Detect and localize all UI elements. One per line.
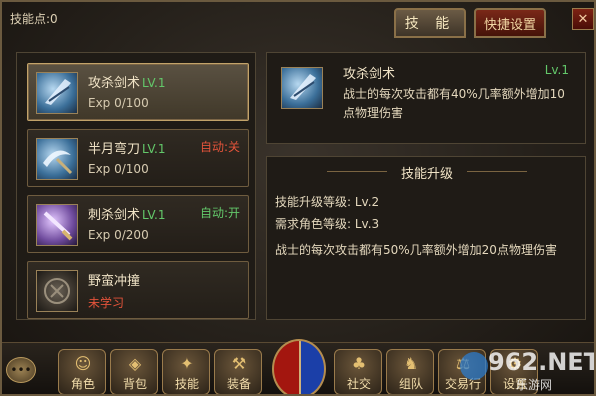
button-label: 背包 — [122, 377, 147, 391]
upgrade-character-level: 需求角色等级: Lv.3 — [275, 217, 380, 231]
crescent-blade-icon — [36, 138, 78, 180]
social-icon: ♣ — [351, 354, 367, 373]
skill-card-gongsha[interactable]: 攻杀剑术 LV.1 Exp 0/100 — [27, 63, 249, 121]
equipment-icon: ⚒ — [231, 354, 247, 373]
orb-divider — [299, 341, 301, 394]
skill-list: 攻杀剑术 LV.1 Exp 0/100 半月弯刀 LV.1 自动:关 Exp 0/1… — [16, 52, 256, 320]
axe-blade-icon — [36, 72, 78, 114]
thrust-sword-icon — [36, 204, 78, 246]
upgrade-description: 战士的每次攻击都有50%几率额外增加20点物理伤害 — [275, 243, 557, 257]
watermark-logo-icon — [460, 352, 488, 380]
title-divider-right — [467, 171, 527, 172]
skill-exp: Exp 0/100 — [88, 96, 149, 110]
close-button[interactable]: ✕ — [572, 8, 594, 30]
social-button[interactable]: ♣ 社交 — [334, 349, 382, 394]
skill-exp: Exp 0/200 — [88, 228, 149, 242]
team-icon: ♞ — [403, 354, 419, 373]
skill-card-cisha[interactable]: 刺杀剑术 LV.1 自动:开 Exp 0/200 — [27, 195, 249, 253]
detail-skill-level: Lv.1 — [544, 63, 569, 77]
watermark: 962.NET 乐游网 — [458, 348, 596, 394]
character-icon: ☺ — [74, 354, 92, 373]
skill-name: 野蛮冲撞 — [88, 274, 141, 289]
tab-skills[interactable]: 技 能 — [394, 8, 466, 38]
button-label: 技能 — [174, 377, 199, 391]
watermark-text: 962.NET — [488, 348, 596, 376]
hp-mp-orb — [272, 339, 326, 394]
axe-blade-icon — [281, 67, 323, 109]
skill-detail-panel: 攻杀剑术 Lv.1 战士的每次攻击都有40%几率额外增加10点物理伤害 — [266, 52, 586, 144]
skills-button[interactable]: ✦ 技能 — [162, 349, 210, 394]
button-label: 角色 — [70, 377, 95, 391]
button-label: 装备 — [226, 377, 251, 391]
charge-rune-icon — [36, 270, 78, 312]
skills-icon: ✦ — [180, 354, 194, 373]
watermark-subtext: 乐游网 — [516, 378, 553, 392]
detail-description: 战士的每次攻击都有40%几率额外增加10点物理伤害 — [343, 87, 565, 120]
skill-card-banyue[interactable]: 半月弯刀 LV.1 自动:关 Exp 0/100 — [27, 129, 249, 187]
upgrade-skill-level: 技能升级等级: Lv.2 — [275, 195, 380, 209]
skill-level: LV.1 — [142, 208, 166, 222]
close-icon: ✕ — [577, 11, 589, 27]
upgrade-title: 技能升级 — [400, 167, 453, 182]
detail-skill-name: 攻杀剑术 — [343, 67, 396, 82]
unlearned-status: 未学习 — [88, 296, 125, 310]
tab-shortcut-settings[interactable]: 快捷设置 — [474, 8, 546, 38]
skill-upgrade-panel: 技能升级 技能升级等级: Lv.2 需求角色等级: Lv.3 战士的每次攻击都有… — [266, 156, 586, 320]
auto-toggle[interactable]: 自动:关 — [200, 138, 240, 155]
button-label: 组队 — [398, 377, 423, 391]
character-button[interactable]: ☺ 角色 — [58, 349, 106, 394]
skill-level: LV.1 — [142, 76, 166, 90]
skill-level: LV.1 — [142, 142, 166, 156]
skill-name: 半月弯刀 — [88, 142, 141, 157]
skill-points: 技能点:0 — [10, 12, 58, 26]
bag-button[interactable]: ◈ 背包 — [110, 349, 158, 394]
button-label: 社交 — [346, 377, 371, 391]
skill-name: 攻杀剑术 — [88, 76, 141, 91]
skill-exp: Exp 0/100 — [88, 162, 149, 176]
auto-toggle[interactable]: 自动:开 — [200, 204, 240, 221]
team-button[interactable]: ♞ 组队 — [386, 349, 434, 394]
skill-card-yeman[interactable]: 野蛮冲撞 未学习 — [27, 261, 249, 319]
skills-window: 技能点:0 技 能 快捷设置 ✕ 攻杀剑术 LV.1 Exp 0/100 半月弯刀… — [0, 0, 596, 396]
equipment-button[interactable]: ⚒ 装备 — [214, 349, 262, 394]
skill-name: 刺杀剑术 — [88, 208, 141, 223]
chat-button[interactable]: ••• — [6, 357, 36, 383]
bag-icon: ◈ — [128, 354, 142, 373]
